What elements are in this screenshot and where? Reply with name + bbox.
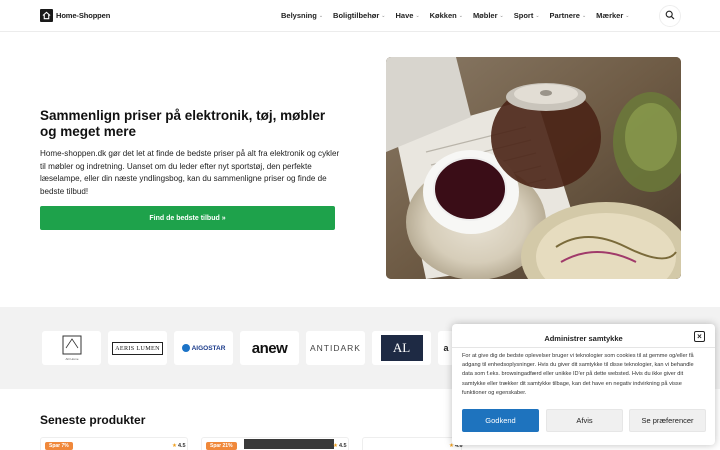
divider bbox=[452, 347, 715, 348]
deny-button[interactable]: Afvis bbox=[546, 409, 623, 432]
close-button[interactable]: × bbox=[694, 331, 705, 342]
brand-partial-letter: a bbox=[443, 343, 449, 353]
nav-item-maerker[interactable]: Mærker ⌄ bbox=[596, 11, 629, 20]
brand-name: AD Home bbox=[65, 357, 78, 361]
nav-item-label: Have bbox=[395, 11, 414, 20]
hero-title: Sammenlign priser på elektronik, tøj, mø… bbox=[40, 108, 326, 139]
chevron-down-icon: ⌄ bbox=[415, 12, 420, 19]
brand-logo-aigostar[interactable]: AIGOSTAR bbox=[174, 331, 233, 365]
rating-value: 4.5 bbox=[338, 443, 347, 449]
nav-item-label: Mærker bbox=[596, 11, 624, 20]
nav-item-label: Boligtilbehør bbox=[333, 11, 380, 20]
discount-badge: Spar 7% bbox=[45, 442, 73, 450]
chevron-down-icon: ⌄ bbox=[499, 12, 504, 19]
main-nav: Belysning ⌄ Boligtilbehør ⌄ Have ⌄ Køkken ⌄ … bbox=[281, 11, 639, 20]
search-icon bbox=[665, 7, 675, 25]
product-rating: ★4.5 bbox=[333, 443, 347, 449]
nav-item-belysning[interactable]: Belysning ⌄ bbox=[281, 11, 323, 20]
search-button[interactable] bbox=[659, 5, 681, 27]
site-logo[interactable]: Home-Shoppen bbox=[40, 9, 110, 22]
product-thumbnail bbox=[244, 439, 334, 449]
chevron-down-icon: ⌄ bbox=[535, 12, 540, 19]
latest-products-title: Seneste produkter bbox=[40, 413, 146, 427]
consent-text: For at give dig de bedste oplevelser bru… bbox=[462, 353, 694, 396]
nav-item-label: Møbler bbox=[472, 11, 498, 20]
chevron-down-icon: ⌄ bbox=[458, 12, 463, 19]
house-icon bbox=[40, 9, 53, 22]
nav-item-partnere[interactable]: Partnere ⌄ bbox=[550, 11, 587, 20]
nav-item-have[interactable]: Have ⌄ bbox=[396, 11, 420, 20]
preferences-button[interactable]: Se præferencer bbox=[629, 409, 706, 432]
site-header: Home-Shoppen Belysning ⌄ Boligtilbehør ⌄ H… bbox=[0, 0, 720, 32]
accept-button[interactable]: Godkend bbox=[462, 409, 539, 432]
brand-name: AL bbox=[380, 335, 423, 361]
product-card[interactable]: ★4.6 bbox=[362, 437, 463, 450]
discount-badge: Spar 21% bbox=[206, 442, 237, 450]
rating-value: 4.5 bbox=[177, 443, 186, 449]
chevron-down-icon: ⌄ bbox=[381, 12, 386, 19]
nav-item-mobler[interactable]: Møbler ⌄ bbox=[473, 11, 504, 20]
nav-item-label: Belysning bbox=[281, 11, 317, 20]
brand-logo-antidark[interactable]: ANTIDARK bbox=[306, 331, 365, 365]
brand-name: AIGOSTAR bbox=[191, 344, 226, 352]
chevron-down-icon: ⌄ bbox=[318, 12, 324, 19]
nav-item-boligtilbehor[interactable]: Boligtilbehør ⌄ bbox=[333, 11, 385, 20]
aigostar-logo-icon bbox=[181, 344, 190, 352]
chevron-down-icon: ⌄ bbox=[581, 12, 587, 19]
hero-text: Home-shoppen.dk gør det let at finde de … bbox=[40, 149, 340, 196]
nav-item-kokken[interactable]: Køkken ⌄ bbox=[430, 11, 463, 20]
hero-image bbox=[386, 57, 681, 279]
brand-logo-ad-home[interactable]: AD Home bbox=[42, 331, 101, 365]
product-rating: ★4.5 bbox=[172, 443, 186, 449]
nav-item-label: Partnere bbox=[549, 11, 580, 20]
brand-name: ANTIDARK bbox=[310, 343, 361, 353]
nav-item-label: Køkken bbox=[429, 11, 457, 20]
cookie-consent-dialog: Administrer samtykke × For at give dig d… bbox=[452, 324, 715, 445]
consent-title: Administrer samtykke bbox=[544, 334, 623, 343]
chevron-down-icon: ⌄ bbox=[625, 12, 630, 19]
logo-text: Home-Shoppen bbox=[56, 11, 111, 20]
nav-item-label: Sport bbox=[513, 11, 534, 20]
brand-name: AERIS LUMEN bbox=[112, 341, 163, 355]
nav-item-sport[interactable]: Sport ⌄ bbox=[514, 11, 540, 20]
brand-logo-aeris-lumen[interactable]: AERIS LUMEN bbox=[108, 331, 167, 365]
page: Home-Shoppen Belysning ⌄ Boligtilbehør ⌄ H… bbox=[0, 0, 720, 450]
product-card[interactable]: Spar 7% ★4.5 bbox=[40, 437, 188, 450]
find-deals-button[interactable]: Find de bedste tilbud » bbox=[40, 206, 335, 230]
product-card[interactable]: Spar 21% ★4.5 bbox=[201, 437, 349, 450]
star-icon: ★ bbox=[333, 443, 338, 449]
brand-name: anew bbox=[251, 339, 288, 357]
brand-logo-al[interactable]: AL bbox=[372, 331, 431, 365]
close-icon: × bbox=[697, 331, 702, 341]
brand-logo-anew[interactable]: anew bbox=[240, 331, 299, 365]
star-icon: ★ bbox=[172, 443, 177, 449]
